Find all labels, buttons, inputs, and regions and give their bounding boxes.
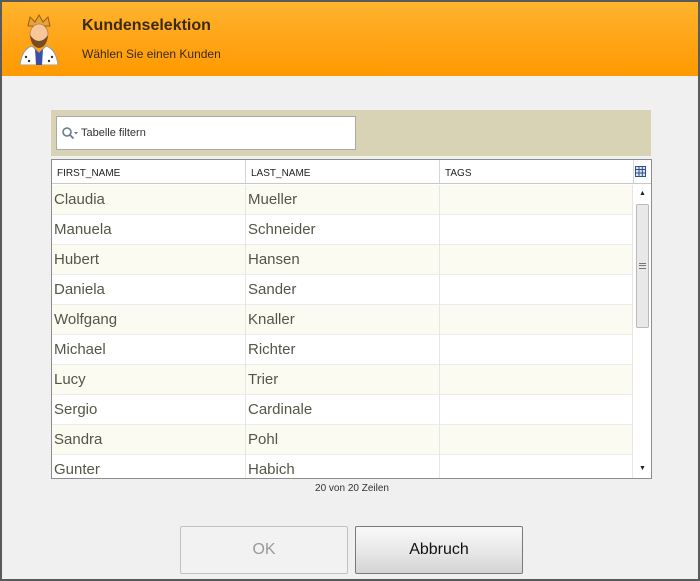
cell-tags[interactable] — [440, 305, 633, 335]
cell-tags[interactable] — [440, 425, 633, 455]
cell-last-name[interactable]: Mueller — [246, 185, 440, 215]
cell-last-name[interactable]: Hansen — [246, 245, 440, 275]
scroll-up-arrow-icon[interactable]: ▲ — [634, 187, 651, 201]
cell-first-name[interactable]: Michael — [52, 335, 246, 365]
vertical-scrollbar[interactable]: ▲ ▼ — [634, 185, 651, 478]
cell-first-name[interactable]: Hubert — [52, 245, 246, 275]
dialog-title: Kundenselektion — [82, 17, 211, 34]
search-filter-icon[interactable] — [61, 126, 79, 140]
table-row[interactable]: Hubert Hansen — [52, 245, 633, 275]
cell-first-name[interactable]: Gunter — [52, 455, 246, 478]
cell-tags[interactable] — [440, 455, 633, 478]
cell-last-name[interactable]: Habich — [246, 455, 440, 478]
scroll-down-arrow-icon[interactable]: ▼ — [634, 462, 651, 476]
cell-first-name[interactable]: Manuela — [52, 215, 246, 245]
cell-tags[interactable] — [440, 275, 633, 305]
cell-tags[interactable] — [440, 335, 633, 365]
cell-first-name[interactable]: Lucy — [52, 365, 246, 395]
cell-first-name[interactable]: Sergio — [52, 395, 246, 425]
table-body: Claudia Mueller Manuela Schneider Hubert Hans… — [52, 185, 633, 478]
scroll-grip-icon — [639, 263, 646, 269]
column-header-first-name[interactable]: FIRST_NAME — [52, 160, 246, 183]
table-row[interactable]: Sandra Pohl — [52, 425, 633, 455]
cell-first-name[interactable]: Claudia — [52, 185, 246, 215]
cell-last-name[interactable]: Knaller — [246, 305, 440, 335]
table-filter-input[interactable] — [81, 118, 351, 148]
column-chooser-icon[interactable] — [635, 166, 646, 177]
cell-last-name[interactable]: Trier — [246, 365, 440, 395]
filter-bar — [51, 110, 651, 156]
cell-first-name[interactable]: Daniela — [52, 275, 246, 305]
column-header-tags[interactable]: TAGS — [440, 160, 634, 183]
table-row[interactable]: Claudia Mueller — [52, 185, 633, 215]
cell-tags[interactable] — [440, 185, 633, 215]
cell-last-name[interactable]: Cardinale — [246, 395, 440, 425]
table-row[interactable]: Lucy Trier — [52, 365, 633, 395]
cell-first-name[interactable]: Wolfgang — [52, 305, 246, 335]
scrollbar-thumb[interactable] — [636, 204, 649, 328]
dialog-header: Kundenselektion Wählen Sie einen Kunden — [2, 2, 698, 76]
dialog-subtitle: Wählen Sie einen Kunden — [82, 47, 221, 61]
table-row[interactable]: Gunter Habich — [52, 455, 633, 478]
table-row[interactable]: Daniela Sander — [52, 275, 633, 305]
cell-tags[interactable] — [440, 215, 633, 245]
table-row[interactable]: Wolfgang Knaller — [52, 305, 633, 335]
cell-tags[interactable] — [440, 395, 633, 425]
cell-tags[interactable] — [440, 365, 633, 395]
table-row[interactable]: Sergio Cardinale — [52, 395, 633, 425]
table-row[interactable]: Michael Richter — [52, 335, 633, 365]
cancel-button[interactable]: Abbruch — [355, 526, 523, 574]
table-row[interactable]: Manuela Schneider — [52, 215, 633, 245]
table-filter-box[interactable] — [56, 116, 356, 150]
cell-last-name[interactable]: Sander — [246, 275, 440, 305]
cell-last-name[interactable]: Richter — [246, 335, 440, 365]
cell-last-name[interactable]: Schneider — [246, 215, 440, 245]
row-count-label: 20 von 20 Zeilen — [315, 483, 389, 494]
cell-tags[interactable] — [440, 245, 633, 275]
column-header-last-name[interactable]: LAST_NAME — [246, 160, 440, 183]
customer-avatar-icon — [19, 13, 59, 65]
cell-last-name[interactable]: Pohl — [246, 425, 440, 455]
customer-table: FIRST_NAME LAST_NAME TAGS Claudia Mueller… — [51, 159, 652, 479]
dialog-window: Kundenselektion Wählen Sie einen Kunden … — [0, 0, 700, 581]
ok-button[interactable]: OK — [180, 526, 348, 574]
cell-first-name[interactable]: Sandra — [52, 425, 246, 455]
table-header-row: FIRST_NAME LAST_NAME TAGS — [52, 160, 651, 184]
